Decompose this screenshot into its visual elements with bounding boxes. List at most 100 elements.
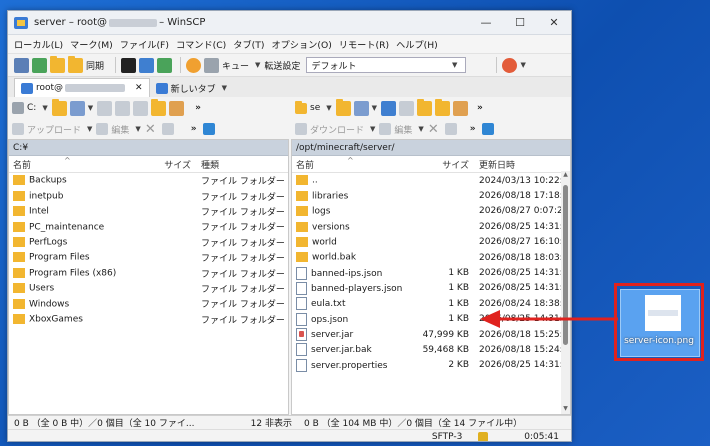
list-item[interactable]: .. 2024/03/13 10:22:5 <box>292 173 570 188</box>
list-item[interactable]: versions 2026/08/25 14:31:0 <box>292 219 570 234</box>
queue-icon[interactable] <box>204 57 220 73</box>
local-path-bar[interactable]: C:¥ <box>9 140 288 156</box>
more-tools-icon[interactable]: » <box>470 124 476 134</box>
more-tools-icon[interactable]: » <box>191 124 197 134</box>
chevron-down-icon[interactable]: ▼ <box>372 104 377 112</box>
column-date[interactable]: 更新日時 <box>473 158 559 171</box>
gear-icon[interactable] <box>186 57 202 73</box>
chevron-down-icon[interactable]: ▼ <box>326 104 331 112</box>
back-icon[interactable] <box>381 100 397 116</box>
open-folder-icon[interactable] <box>335 98 351 116</box>
menu-mark[interactable]: マーク(M) <box>70 37 113 51</box>
back-icon[interactable] <box>97 100 113 116</box>
parent-directory-icon[interactable] <box>133 100 149 116</box>
remote-path-bar[interactable]: /opt/minecraft/server/ <box>292 140 570 156</box>
sync-status-icon[interactable] <box>502 57 518 73</box>
menu-help[interactable]: ヘルプ(H) <box>396 37 438 51</box>
find-files-icon[interactable] <box>50 55 65 73</box>
scroll-down-icon[interactable]: ▼ <box>561 405 570 412</box>
desktop-file-name[interactable]: server-icon.png <box>620 336 698 346</box>
list-item[interactable]: banned-players.json 1 KB 2026/08/25 14:31:… <box>292 281 570 296</box>
compare-directories-icon[interactable] <box>14 57 29 73</box>
list-item[interactable]: world.bak 2026/08/18 18:03:3 <box>292 250 570 265</box>
upload-button[interactable]: アップロード <box>27 123 81 136</box>
menu-local[interactable]: ローカル(L) <box>14 37 63 51</box>
more-tools-icon[interactable]: » <box>195 103 201 113</box>
refresh-icon[interactable] <box>157 57 173 73</box>
column-name[interactable]: 名前 <box>9 158 161 171</box>
putty-icon[interactable] <box>139 57 155 73</box>
root-directory-icon[interactable] <box>151 98 167 116</box>
png-thumbnail-icon[interactable] <box>645 295 681 331</box>
new-icon[interactable] <box>202 123 215 135</box>
menu-command[interactable]: コマンド(C) <box>176 37 226 51</box>
list-item[interactable]: server.jar 47,999 KB 2026/08/18 15:25:4 <box>292 327 570 342</box>
list-item[interactable]: banned-ips.json 1 KB 2026/08/25 14:31:0 <box>292 265 570 280</box>
list-item[interactable]: server.jar.bak 59,468 KB 2026/08/18 15:24:… <box>292 342 570 357</box>
more-tools-icon[interactable]: » <box>477 103 483 113</box>
chevron-down-icon[interactable]: ▼ <box>255 61 260 69</box>
list-item[interactable]: Program Files (x86) ファイル フォルダー <box>9 265 288 280</box>
chevron-down-icon[interactable]: ▼ <box>520 61 525 69</box>
list-item[interactable]: Users ファイル フォルダー <box>9 281 288 296</box>
menu-remote[interactable]: リモート(R) <box>339 37 389 51</box>
parent-directory-icon[interactable] <box>417 98 433 116</box>
chevron-down-icon[interactable]: ▼ <box>222 84 227 92</box>
close-button[interactable]: ✕ <box>537 11 571 34</box>
new-icon[interactable] <box>481 123 494 135</box>
list-item[interactable]: libraries 2026/08/18 17:18:4 <box>292 188 570 203</box>
forward-icon[interactable] <box>399 100 415 116</box>
download-button[interactable]: ダウンロード <box>310 123 364 136</box>
transfer-settings-select[interactable]: デフォルト ▼ <box>306 57 467 73</box>
chevron-down-icon[interactable]: ▼ <box>418 125 423 133</box>
chevron-down-icon[interactable]: ▼ <box>42 104 47 112</box>
edit-button[interactable]: 編集 <box>394 123 412 136</box>
right-directory-select[interactable]: se <box>310 103 320 113</box>
tab-new[interactable]: 新しいタブ ▼ <box>150 79 237 97</box>
root-directory-icon[interactable] <box>435 98 451 116</box>
list-item[interactable]: Program Files ファイル フォルダー <box>9 250 288 265</box>
menu-options[interactable]: オプション(O) <box>271 37 331 51</box>
forward-icon[interactable] <box>115 100 131 116</box>
open-folder-icon[interactable] <box>51 98 67 116</box>
chevron-down-icon[interactable]: ▼ <box>135 125 140 133</box>
column-type[interactable]: 種類 <box>195 158 281 171</box>
list-item[interactable]: Windows ファイル フォルダー <box>9 296 288 311</box>
list-item[interactable]: server.properties 2 KB 2026/08/25 14:31:0 <box>292 358 570 373</box>
maximize-button[interactable]: ☐ <box>503 11 537 34</box>
menu-tab[interactable]: タブ(T) <box>233 37 264 51</box>
terminal-icon[interactable] <box>121 57 137 73</box>
home-icon[interactable] <box>453 100 469 116</box>
queue-button[interactable]: キュー <box>222 59 249 72</box>
properties-icon[interactable] <box>444 123 457 135</box>
home-icon[interactable] <box>169 100 185 116</box>
delete-icon[interactable]: ✕ <box>428 122 439 137</box>
scroll-up-icon[interactable]: ▲ <box>561 171 570 178</box>
column-size[interactable]: サイズ <box>414 158 473 171</box>
filter-icon[interactable] <box>353 100 369 116</box>
column-size[interactable]: サイズ <box>161 158 195 171</box>
chevron-down-icon[interactable]: ▼ <box>88 104 93 112</box>
chevron-down-icon[interactable]: ▼ <box>370 125 375 133</box>
list-item[interactable]: logs 2026/08/27 0:07:28 <box>292 204 570 219</box>
synchronize-icon[interactable] <box>68 55 83 73</box>
list-item[interactable]: Intel ファイル フォルダー <box>9 204 288 219</box>
chevron-down-icon[interactable]: ▼ <box>87 125 92 133</box>
tab-session[interactable]: root@ ✕ <box>14 78 150 97</box>
title-bar[interactable]: server – root@ – WinSCP — ☐ ✕ <box>8 11 571 35</box>
synchronize-browsing-icon[interactable] <box>32 57 47 73</box>
minimize-button[interactable]: — <box>469 11 503 34</box>
properties-icon[interactable] <box>161 123 174 135</box>
delete-icon[interactable]: ✕ <box>145 122 156 137</box>
remote-scrollbar[interactable]: ▲ ▼ <box>561 171 570 414</box>
edit-button[interactable]: 編集 <box>111 123 129 136</box>
list-item[interactable]: inetpub ファイル フォルダー <box>9 188 288 203</box>
list-item[interactable]: world 2026/08/27 16:10:2 <box>292 235 570 250</box>
menu-file[interactable]: ファイル(F) <box>120 37 169 51</box>
left-drive-select[interactable]: C: <box>27 103 36 113</box>
sync-button-label[interactable]: 同期 <box>86 59 104 72</box>
list-item[interactable]: Backups ファイル フォルダー <box>9 173 288 188</box>
close-tab-icon[interactable]: ✕ <box>135 83 143 93</box>
list-item[interactable]: PC_maintenance ファイル フォルダー <box>9 219 288 234</box>
filter-icon[interactable] <box>69 100 85 116</box>
